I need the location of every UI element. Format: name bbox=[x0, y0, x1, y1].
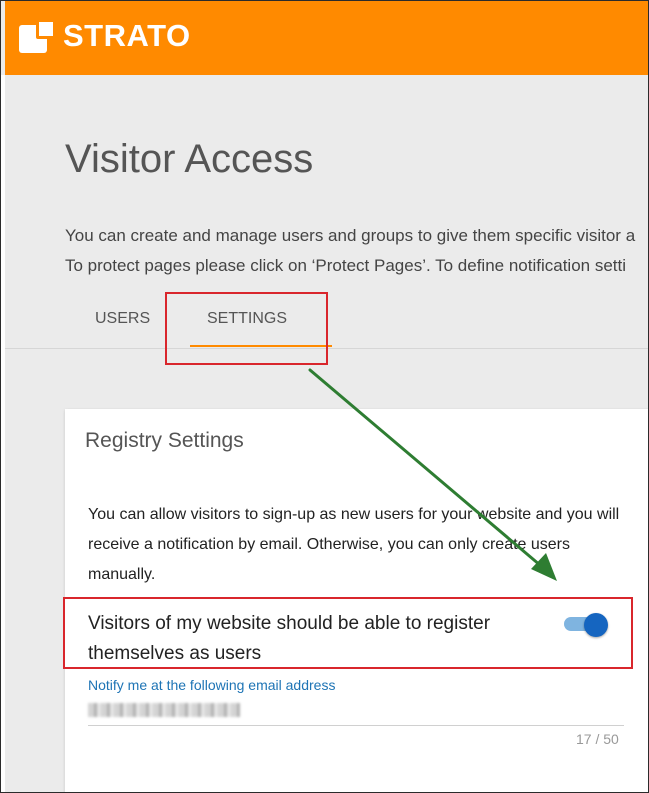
active-tab-indicator bbox=[190, 345, 332, 347]
tab-divider bbox=[5, 348, 648, 349]
page-title: Visitor Access bbox=[65, 137, 314, 181]
email-field-label: Notify me at the following email address bbox=[88, 677, 336, 693]
intro-line-2: To protect pages please click on ‘Protec… bbox=[65, 256, 627, 275]
strato-logo-icon bbox=[19, 19, 56, 53]
tab-bar: USERS SETTINGS bbox=[65, 297, 332, 349]
registry-description: You can allow visitors to sign-up as new… bbox=[88, 506, 620, 583]
page-intro: You can create and manage users and grou… bbox=[65, 221, 635, 281]
tab-settings[interactable]: SETTINGS bbox=[177, 297, 332, 349]
left-edge bbox=[1, 75, 5, 792]
intro-line-1: You can create and manage users and grou… bbox=[65, 226, 636, 245]
strato-logo[interactable]: STRATO bbox=[19, 17, 191, 55]
toggle-knob bbox=[584, 613, 608, 637]
registry-settings-card: Registry Settings You can allow visitors… bbox=[65, 409, 648, 792]
brand-name: STRATO bbox=[63, 18, 191, 53]
card-title: Registry Settings bbox=[85, 429, 244, 452]
tab-users[interactable]: USERS bbox=[65, 297, 177, 349]
register-toggle-label: Visitors of my website should be able to… bbox=[88, 613, 491, 664]
tab-users-label: USERS bbox=[95, 310, 151, 327]
app-window: STRATO Visitor Access You can create and… bbox=[0, 0, 649, 793]
register-toggle-switch[interactable] bbox=[564, 613, 608, 637]
redacted-email-value bbox=[88, 703, 240, 717]
top-bar: STRATO bbox=[5, 1, 648, 75]
tab-settings-label: SETTINGS bbox=[207, 310, 288, 327]
character-counter: 17 / 50 bbox=[576, 731, 619, 747]
